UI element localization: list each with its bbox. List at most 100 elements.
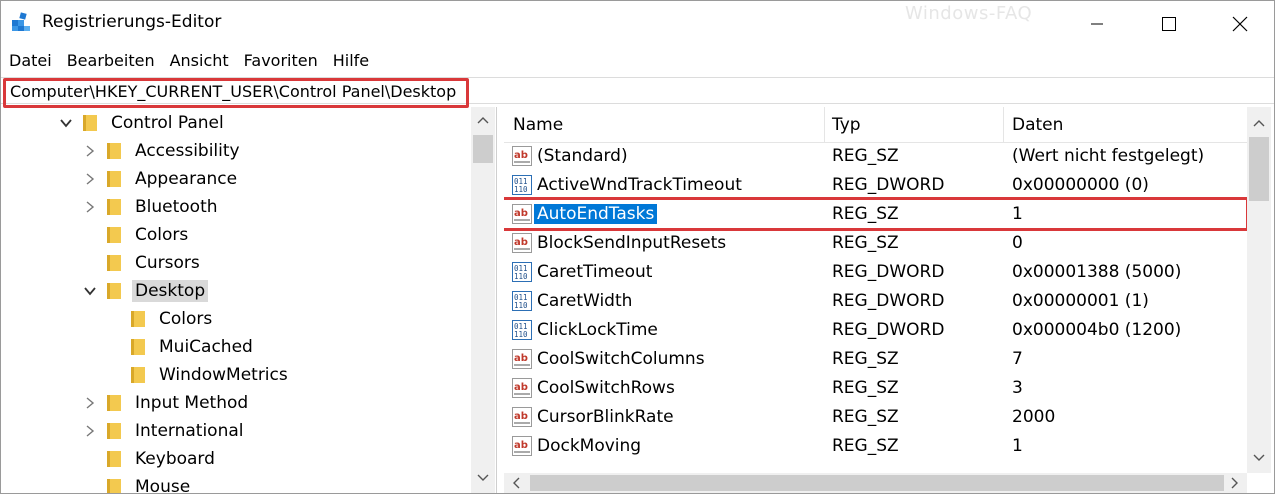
folder-icon <box>107 199 121 215</box>
tree-item-label: Colors <box>159 309 213 329</box>
value-name: CaretTimeout <box>537 262 653 282</box>
expander-placeholder <box>107 312 121 326</box>
chevron-right-icon[interactable] <box>83 172 97 186</box>
tree-item[interactable]: Input Method <box>83 389 251 417</box>
svg-text:ab: ab <box>514 440 528 451</box>
value-name: DockMoving <box>537 436 642 456</box>
svg-text:ab: ab <box>514 382 528 393</box>
svg-text:110: 110 <box>514 301 528 310</box>
chevron-down-icon[interactable] <box>59 116 73 130</box>
value-name: CoolSwitchRows <box>537 378 675 398</box>
folder-icon <box>107 143 121 159</box>
value-name: CursorBlinkRate <box>537 407 674 427</box>
menu-bearbeiten[interactable]: Bearbeiten <box>59 49 162 74</box>
value-type: REG_DWORD <box>832 262 945 282</box>
expander-placeholder <box>107 368 121 382</box>
chevron-right-icon[interactable] <box>83 396 97 410</box>
registry-value-row[interactable]: ab DockMoving REG_SZ 1 <box>504 432 1247 461</box>
key-tree-pane: Control Panel Accessibility Appearance Blue… <box>1 107 497 493</box>
list-horizontal-scrollbar[interactable] <box>504 473 1247 493</box>
column-separator[interactable] <box>1003 107 1004 143</box>
address-bar[interactable]: Computer\HKEY_CURRENT_USER\Control Panel… <box>1 77 1274 108</box>
close-button[interactable] <box>1204 1 1274 47</box>
values-list-pane: Name Typ Daten ab (Standard) REG_SZ (Wert n… <box>504 107 1274 493</box>
registry-value-row[interactable]: 011 110 ActiveWndTrackTimeout REG_DWORD 0x00… <box>504 171 1247 200</box>
registry-value-row[interactable]: ab AutoEndTasks REG_SZ 1 <box>504 197 1249 231</box>
menu-favoriten[interactable]: Favoriten <box>236 49 325 74</box>
registry-value-row[interactable]: ab BlockSendInputResets REG_SZ 0 <box>504 229 1247 258</box>
tree-item-label: International <box>135 421 244 441</box>
list-hscroll-thumb[interactable] <box>530 475 1224 491</box>
menu-ansicht[interactable]: Ansicht <box>162 49 236 74</box>
scroll-down-arrow-icon[interactable] <box>1250 449 1268 467</box>
scroll-up-arrow-icon[interactable] <box>1250 114 1268 132</box>
value-data: 2000 <box>1012 407 1056 427</box>
registry-value-row[interactable]: 011 110 CaretWidth REG_DWORD 0x00000001 (1) <box>504 287 1247 316</box>
tree-scrollbar-thumb[interactable] <box>473 135 493 163</box>
registry-value-row[interactable]: ab CoolSwitchColumns REG_SZ 7 <box>504 345 1247 374</box>
scroll-right-arrow-icon[interactable] <box>1226 474 1244 492</box>
minimize-button[interactable] <box>1061 1 1133 47</box>
tree-item[interactable]: Cursors <box>83 249 203 277</box>
maximize-button[interactable] <box>1133 1 1205 47</box>
tree-vertical-scrollbar[interactable] <box>471 107 495 493</box>
column-separator[interactable] <box>824 107 825 143</box>
chevron-down-icon[interactable] <box>83 284 97 298</box>
tree-item[interactable]: MuiCached <box>107 333 256 361</box>
registry-value-row[interactable]: ab CursorBlinkRate REG_SZ 2000 <box>504 403 1247 432</box>
svg-text:ab: ab <box>514 353 528 364</box>
column-header-name[interactable]: Name <box>513 115 563 135</box>
folder-icon <box>107 395 121 411</box>
value-data: 1 <box>1012 436 1023 456</box>
tree-item[interactable]: Mouse <box>83 473 193 493</box>
value-data: 0x00000000 (0) <box>1012 175 1149 195</box>
tree-item[interactable]: Colors <box>83 221 191 249</box>
menu-hilfe[interactable]: Hilfe <box>325 49 376 74</box>
tree-item-label: WindowMetrics <box>159 365 288 385</box>
expander-placeholder <box>107 340 121 354</box>
tree-item[interactable]: WindowMetrics <box>107 361 291 389</box>
column-header-type[interactable]: Typ <box>832 115 861 135</box>
tree-item[interactable]: Control Panel <box>59 109 227 137</box>
folder-icon <box>131 339 145 355</box>
tree-item[interactable]: Keyboard <box>83 445 218 473</box>
registry-value-row[interactable]: 011 110 CaretTimeout REG_DWORD 0x00001388 (5… <box>504 258 1247 287</box>
tree-item[interactable]: Colors <box>107 305 215 333</box>
tree-item-label: Colors <box>135 225 189 245</box>
folder-icon <box>131 367 145 383</box>
tree-item[interactable]: Accessibility <box>83 137 243 165</box>
value-type: REG_SZ <box>832 233 899 253</box>
value-name: (Standard) <box>537 146 628 166</box>
tree-item[interactable]: Appearance <box>83 165 240 193</box>
value-data: 3 <box>1012 378 1023 398</box>
list-vertical-scrollbar[interactable] <box>1247 107 1271 473</box>
string-value-icon: ab <box>512 349 532 369</box>
scroll-left-arrow-icon[interactable] <box>507 474 525 492</box>
tree-item[interactable]: Desktop <box>83 277 209 305</box>
tree-item[interactable]: International <box>83 417 247 445</box>
expander-placeholder <box>83 452 97 466</box>
registry-editor-app-icon <box>12 12 30 31</box>
menu-datei[interactable]: Datei <box>1 49 59 74</box>
registry-value-row[interactable]: 011 110 ClickLockTime REG_DWORD 0x000004b0 (… <box>504 316 1247 345</box>
value-type: REG_SZ <box>832 378 899 398</box>
scroll-up-arrow-icon[interactable] <box>474 111 492 129</box>
list-scrollbar-thumb[interactable] <box>1249 137 1269 201</box>
folder-icon <box>107 479 121 493</box>
chevron-right-icon[interactable] <box>83 424 97 438</box>
registry-value-row[interactable]: ab CoolSwitchRows REG_SZ 3 <box>504 374 1247 403</box>
column-header-data[interactable]: Daten <box>1012 115 1063 135</box>
maximize-icon <box>1162 17 1176 31</box>
binary-value-icon: 011110 <box>512 262 532 282</box>
tree-item[interactable]: Bluetooth <box>83 193 221 221</box>
folder-icon <box>107 283 121 299</box>
chevron-right-icon[interactable] <box>83 144 97 158</box>
registry-value-row[interactable]: ab (Standard) REG_SZ (Wert nicht festgelegt… <box>504 142 1247 171</box>
folder-icon <box>107 255 121 271</box>
title-bar[interactable]: Registrierungs-Editor Windows-FAQ <box>1 1 1274 47</box>
tree-item-label: Keyboard <box>135 449 215 469</box>
value-type: REG_SZ <box>832 349 899 369</box>
scroll-down-arrow-icon[interactable] <box>474 469 492 487</box>
value-data: (Wert nicht festgelegt) <box>1012 146 1205 166</box>
chevron-right-icon[interactable] <box>83 200 97 214</box>
